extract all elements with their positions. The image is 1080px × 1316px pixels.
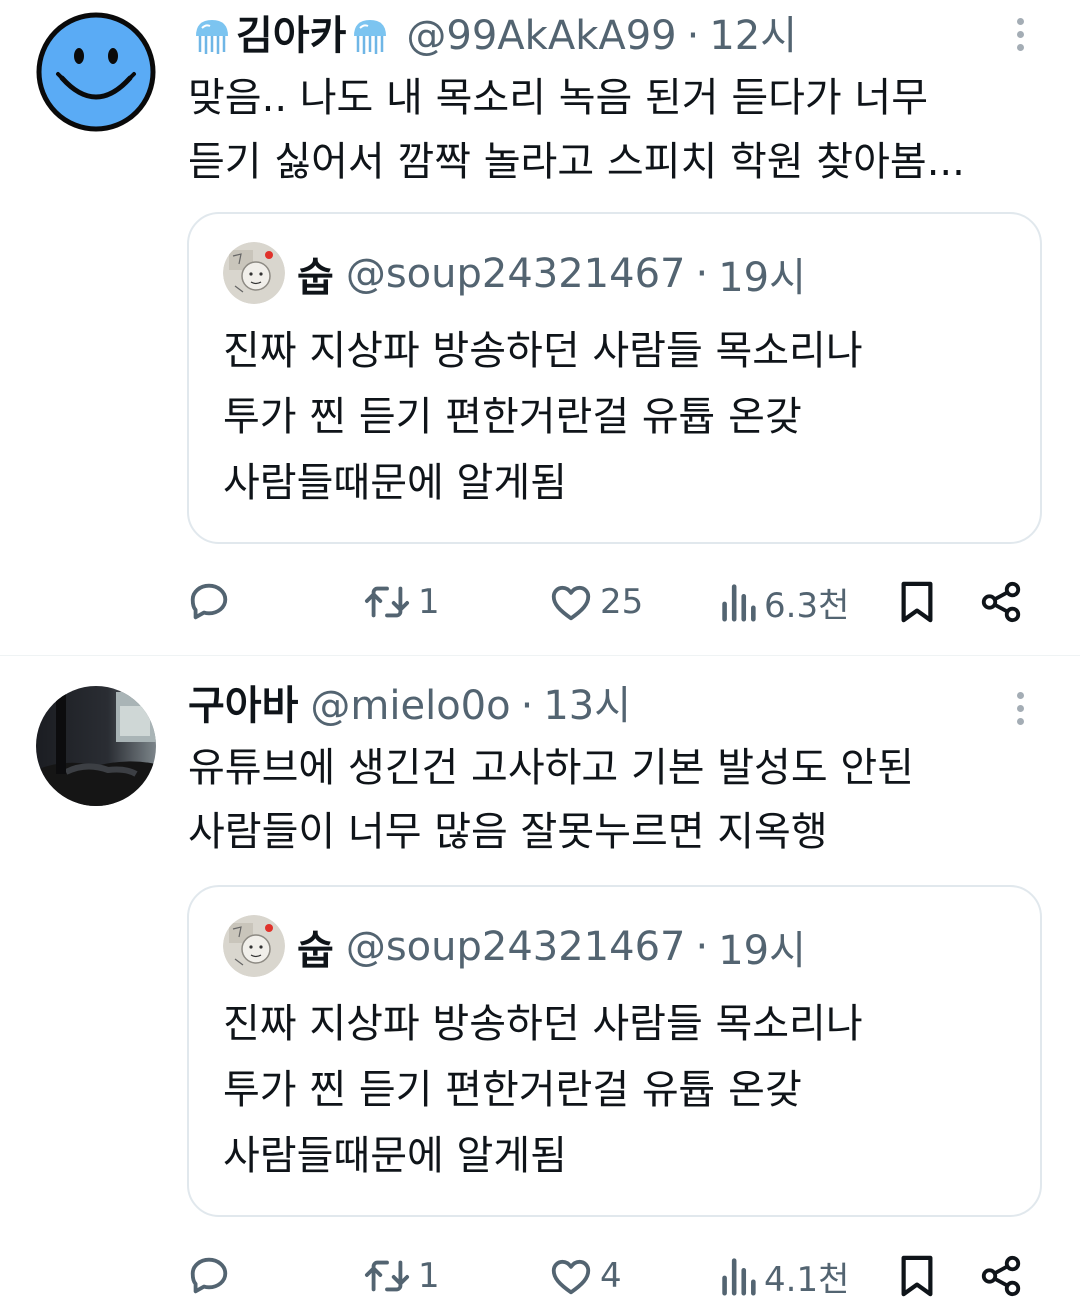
reply-button[interactable] (186, 572, 232, 632)
views-count: 6.3천 (764, 585, 850, 626)
tweet[interactable]: 김아카 @99AkAkA99 · 12시 맞음.. 나도 내 목소리 녹음 된거… (0, 0, 1080, 655)
retweet-button[interactable]: 1 (362, 572, 440, 632)
quote-text-line: 투가 찐 듣기 편한거란걸 유튭 온갖 (223, 394, 802, 440)
tweet-text-line: 사람들이 너무 많음 잘못누르면 지옥행 (188, 809, 828, 855)
separator-dot: · (520, 683, 534, 729)
views-button[interactable]: 6.3천 (718, 572, 849, 632)
quote-text-line: 투가 찐 듣기 편한거란걸 유튭 온갖 (223, 1067, 802, 1113)
more-icon[interactable] (1000, 14, 1040, 54)
tweet-text: 유튜브에 생긴건 고사하고 기본 발성도 안된 사람들이 너무 많음 잘못누르면… (188, 736, 1030, 864)
retweet-button[interactable]: 1 (362, 1246, 440, 1306)
like-button[interactable]: 4 (548, 1246, 622, 1306)
share-button[interactable] (978, 1246, 1024, 1306)
quote-author-handle: @soup24321467 (345, 924, 686, 970)
jellyfish-icon (354, 20, 387, 54)
quote-header: 숩 @soup24321467 · 19시 (297, 919, 806, 975)
retweet-icon (364, 1260, 410, 1292)
views-button[interactable]: 4.1천 (718, 1246, 849, 1306)
heart-icon (551, 585, 591, 621)
sketch-avatar-icon (223, 242, 285, 304)
reply-button[interactable] (186, 1246, 232, 1306)
separator-dot: · (695, 251, 709, 297)
quote-author-handle: @soup24321467 (345, 251, 686, 297)
author-name: 김아카 (236, 13, 347, 59)
quote-header: 숩 @soup24321467 · 19시 (297, 246, 806, 302)
author-handle[interactable]: @mielo0o (310, 678, 510, 734)
views-icon (722, 1258, 756, 1296)
author-handle[interactable]: @99AkAkA99 (406, 8, 676, 64)
like-count: 25 (600, 582, 644, 622)
views-count: 4.1천 (764, 1259, 850, 1300)
tweet-text: 맞음.. 나도 내 목소리 녹음 된거 듣다가 너무 듣기 싫어서 깜짝 놀라고… (188, 66, 1030, 194)
heart-icon (551, 1259, 591, 1295)
tweet-header: 김아카 @99AkAkA99 · 12시 (188, 8, 980, 64)
action-bar: 1 25 6.3천 (186, 572, 1040, 632)
share-button[interactable] (978, 572, 1024, 632)
quote-text: 진짜 지상파 방송하던 사람들 목소리나 투가 찐 듣기 편한거란걸 유튭 온갖… (223, 991, 863, 1189)
timestamp[interactable]: 13시 (543, 678, 631, 734)
quote-text: 진짜 지상파 방송하던 사람들 목소리나 투가 찐 듣기 편한거란걸 유튭 온갖… (223, 318, 863, 516)
tweet-header: 구아바 @mielo0o · 13시 (188, 678, 980, 734)
author-name-group[interactable]: 김아카 (188, 8, 394, 64)
bookmark-icon (901, 581, 933, 623)
quoted-tweet[interactable]: 숩 @soup24321467 · 19시 진짜 지상파 방송하던 사람들 목소… (187, 885, 1042, 1217)
smiley-avatar-icon (36, 12, 156, 132)
quote-author-name: 숩 (297, 255, 334, 301)
author-name[interactable]: 구아바 (188, 678, 298, 734)
quote-text-line: 사람들때문에 알게됨 (223, 1133, 567, 1179)
share-icon (981, 1255, 1021, 1297)
bookmark-icon (901, 1255, 933, 1297)
quote-author-name: 숩 (297, 928, 334, 974)
quote-text-line: 사람들때문에 알게됨 (223, 460, 567, 506)
quoted-tweet[interactable]: 숩 @soup24321467 · 19시 진짜 지상파 방송하던 사람들 목소… (187, 212, 1042, 544)
quote-avatar (223, 242, 285, 304)
bookmark-button[interactable] (896, 572, 938, 632)
retweet-count: 1 (418, 1256, 440, 1296)
avatar[interactable] (36, 12, 156, 132)
jellyfish-icon (196, 20, 228, 54)
retweet-icon (364, 586, 410, 618)
like-count: 4 (600, 1256, 622, 1296)
reply-icon (190, 583, 228, 620)
bookmark-button[interactable] (896, 1246, 938, 1306)
sketch-avatar-icon (223, 915, 285, 977)
quote-text-line: 진짜 지상파 방송하던 사람들 목소리나 (223, 328, 863, 374)
separator-dot: · (695, 924, 709, 970)
like-button[interactable]: 25 (548, 572, 643, 632)
avatar[interactable] (36, 686, 156, 806)
retweet-count: 1 (418, 582, 440, 622)
tweet-text-line: 유튜브에 생긴건 고사하고 기본 발성도 안된 (188, 745, 914, 791)
more-icon[interactable] (1000, 688, 1040, 728)
tweet-text-line: 듣기 싫어서 깜짝 놀라고 스피치 학원 찾아봄... (188, 139, 965, 185)
action-bar: 1 4 4.1천 (186, 1246, 1040, 1306)
quote-timestamp: 19시 (718, 928, 806, 974)
reply-icon (190, 1257, 228, 1294)
quote-text-line: 진짜 지상파 방송하던 사람들 목소리나 (223, 1001, 863, 1047)
timestamp[interactable]: 12시 (709, 8, 797, 64)
separator-dot: · (686, 13, 700, 59)
share-icon (981, 581, 1021, 623)
quote-timestamp: 19시 (718, 255, 806, 301)
views-icon (722, 584, 756, 622)
tweet[interactable]: 구아바 @mielo0o · 13시 유튜브에 생긴건 고사하고 기본 발성도 … (0, 656, 1080, 1316)
photo-avatar-icon (36, 686, 156, 806)
quote-avatar (223, 915, 285, 977)
tweet-text-line: 맞음.. 나도 내 목소리 녹음 된거 듣다가 너무 (188, 75, 929, 121)
